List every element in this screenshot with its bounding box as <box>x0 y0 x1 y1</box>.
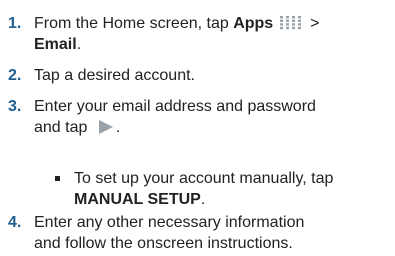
step-text-part: . <box>115 119 121 136</box>
step-text-part: . <box>76 36 82 53</box>
step-number: 1. <box>8 15 22 32</box>
email-label: Email <box>34 36 77 53</box>
next-arrow-icon <box>98 120 113 134</box>
step-text-part: and tap <box>34 119 92 136</box>
step-text: Enter any other necessary information an… <box>34 212 374 254</box>
step-text-part: > <box>305 15 320 32</box>
apps-grid-icon <box>279 16 301 30</box>
sub-bullet-part: . <box>200 191 206 208</box>
step-text-part: From the Home screen, tap <box>34 15 234 32</box>
bullet-marker <box>55 176 60 181</box>
step-number: 3. <box>8 98 22 115</box>
step-number: 4. <box>8 214 22 231</box>
sub-bullet-line: To set up your account manually, tap <box>74 170 334 187</box>
step-text: Enter your email address and password an… <box>34 96 374 138</box>
step-text-line: and follow the onscreen instructions. <box>34 235 293 252</box>
manual-setup-label: MANUAL SETUP <box>74 191 201 208</box>
step-text-line: Enter any other necessary information <box>34 214 305 231</box>
step-text: From the Home screen, tap Apps > Email. <box>34 13 374 55</box>
sub-bullet-text: To set up your account manually, tap MAN… <box>74 168 394 210</box>
step-text-line: Enter your email address and password <box>34 98 316 115</box>
step-text: Tap a desired account. <box>34 67 195 84</box>
step-number: 2. <box>8 67 22 84</box>
apps-label: Apps <box>233 15 274 32</box>
